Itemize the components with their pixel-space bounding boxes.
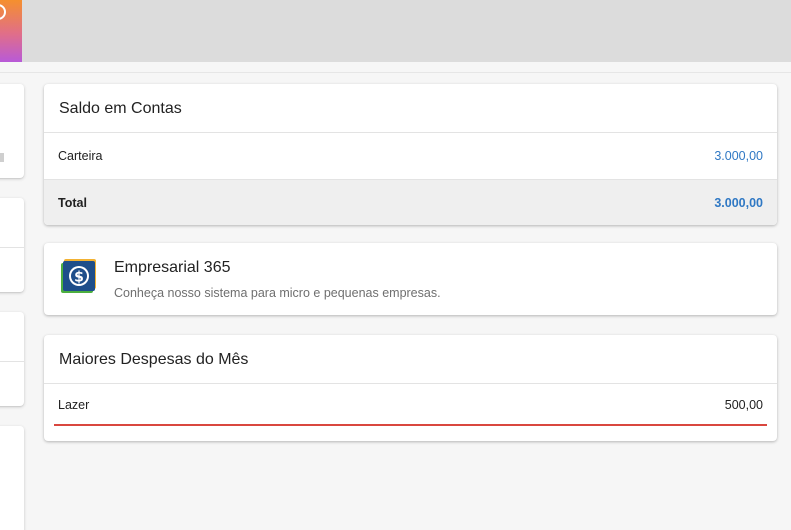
empresarial-365-card[interactable]: $ Empresarial 365 Conheça nosso sistema … — [44, 243, 777, 315]
promo-title: Empresarial 365 — [114, 259, 231, 276]
left-card-4[interactable] — [0, 426, 24, 530]
saldo-em-contas-card: Saldo em Contas Carteira 3.000,00 Total … — [44, 84, 777, 225]
account-row-carteira[interactable]: Carteira 3.000,00 — [44, 133, 777, 179]
promo-description: Conheça nosso sistema para micro e peque… — [114, 286, 441, 300]
dollar-coin-icon: $ — [61, 259, 96, 293]
expense-category: Lazer — [58, 398, 90, 412]
expense-row-lazer[interactable]: Lazer 500,00 — [44, 384, 777, 426]
account-balance: 3.000,00 — [714, 149, 763, 163]
total-row: Total 3.000,00 — [44, 179, 777, 225]
expense-bar-track — [54, 424, 767, 426]
account-name: Carteira — [58, 149, 103, 163]
total-label: Total — [58, 195, 87, 210]
svg-text:$: $ — [74, 270, 84, 286]
left-card-1[interactable] — [0, 84, 24, 178]
promo-text: Empresarial 365 Conheça nosso sistema pa… — [114, 257, 441, 300]
app-logo-icon[interactable] — [0, 0, 22, 62]
expense-value: 500,00 — [724, 398, 763, 412]
maiores-despesas-card: Maiores Despesas do Mês Lazer 500,00 — [44, 335, 777, 441]
despesas-card-title: Maiores Despesas do Mês — [44, 335, 777, 384]
promo-content[interactable]: $ Empresarial 365 Conheça nosso sistema … — [44, 243, 777, 315]
left-card-2[interactable] — [0, 198, 24, 292]
left-card-divider — [0, 361, 24, 362]
total-value: 3.000,00 — [714, 195, 763, 210]
left-card-divider — [0, 247, 24, 248]
top-bar — [0, 0, 791, 62]
saldo-card-title: Saldo em Contas — [44, 84, 777, 133]
left-card-3[interactable] — [0, 312, 24, 406]
header-divider — [0, 72, 791, 73]
left-card-chip — [0, 153, 4, 162]
expense-bar — [54, 424, 767, 426]
logo-ring — [0, 4, 6, 20]
